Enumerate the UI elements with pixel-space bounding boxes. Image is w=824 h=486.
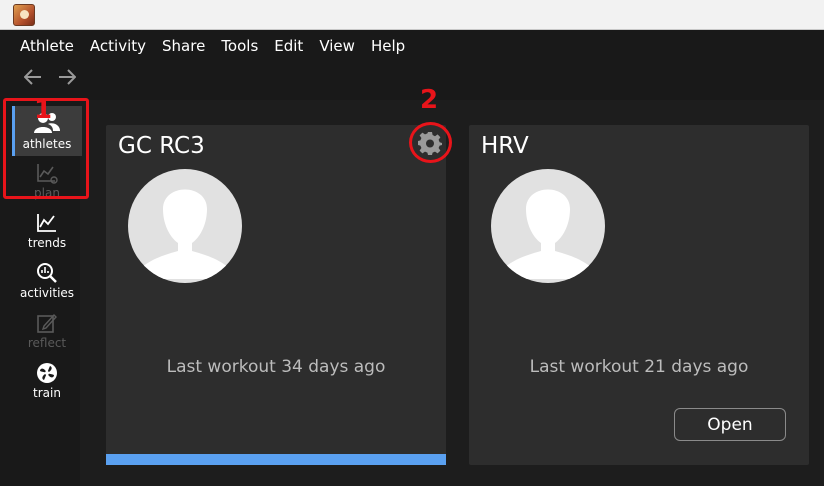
default-avatar-icon: [495, 189, 601, 279]
activities-icon: [37, 263, 57, 283]
app-logo-icon: [13, 4, 35, 26]
sidebar-item-label: reflect: [27, 336, 67, 350]
sidebar-item-activities[interactable]: activities: [12, 256, 82, 306]
last-workout-text: Last workout 21 days ago: [529, 357, 749, 377]
sidebar-item-label: trends: [27, 236, 67, 250]
sidebar-item-reflect: reflect: [12, 306, 82, 356]
train-icon: [37, 363, 57, 383]
annotation-label-2: 2: [420, 85, 439, 115]
athlete-name: GC RC3: [118, 133, 205, 159]
sidebar-item-label: train: [33, 386, 61, 400]
reflect-icon: [37, 313, 57, 333]
title-bar: [0, 0, 824, 30]
menu-activity[interactable]: Activity: [82, 36, 154, 58]
menu-view[interactable]: View: [311, 36, 363, 58]
loading-progress-bar: [106, 454, 446, 465]
avatar: [491, 169, 605, 283]
menu-share[interactable]: Share: [154, 36, 213, 58]
trends-icon: [37, 214, 56, 232]
open-athlete-button[interactable]: Open: [674, 408, 786, 441]
menu-help[interactable]: Help: [363, 36, 413, 58]
sidebar-item-trends[interactable]: trends: [12, 206, 82, 256]
default-avatar-icon: [132, 189, 238, 279]
back-arrow-icon[interactable]: [22, 66, 44, 88]
menu-bar: Athlete Activity Share Tools Edit View H…: [12, 36, 413, 58]
menu-tools[interactable]: Tools: [213, 36, 266, 58]
athlete-card-gc-rc3[interactable]: GC RC3 Last workout 34 days ago: [106, 125, 446, 465]
avatar: [128, 169, 242, 283]
annotation-circle-gear: [409, 122, 452, 163]
forward-arrow-icon[interactable]: [56, 66, 78, 88]
navigation-arrows: [22, 66, 78, 88]
last-workout-text: Last workout 34 days ago: [166, 357, 386, 377]
menu-athlete[interactable]: Athlete: [12, 36, 82, 58]
athlete-name: HRV: [481, 133, 529, 159]
athlete-card-hrv[interactable]: HRV Last workout 21 days ago Open: [469, 125, 809, 465]
menu-edit[interactable]: Edit: [266, 36, 311, 58]
sidebar-item-label: activities: [19, 286, 75, 300]
annotation-label-1: 1: [34, 95, 53, 125]
sidebar-item-train[interactable]: train: [12, 356, 82, 406]
